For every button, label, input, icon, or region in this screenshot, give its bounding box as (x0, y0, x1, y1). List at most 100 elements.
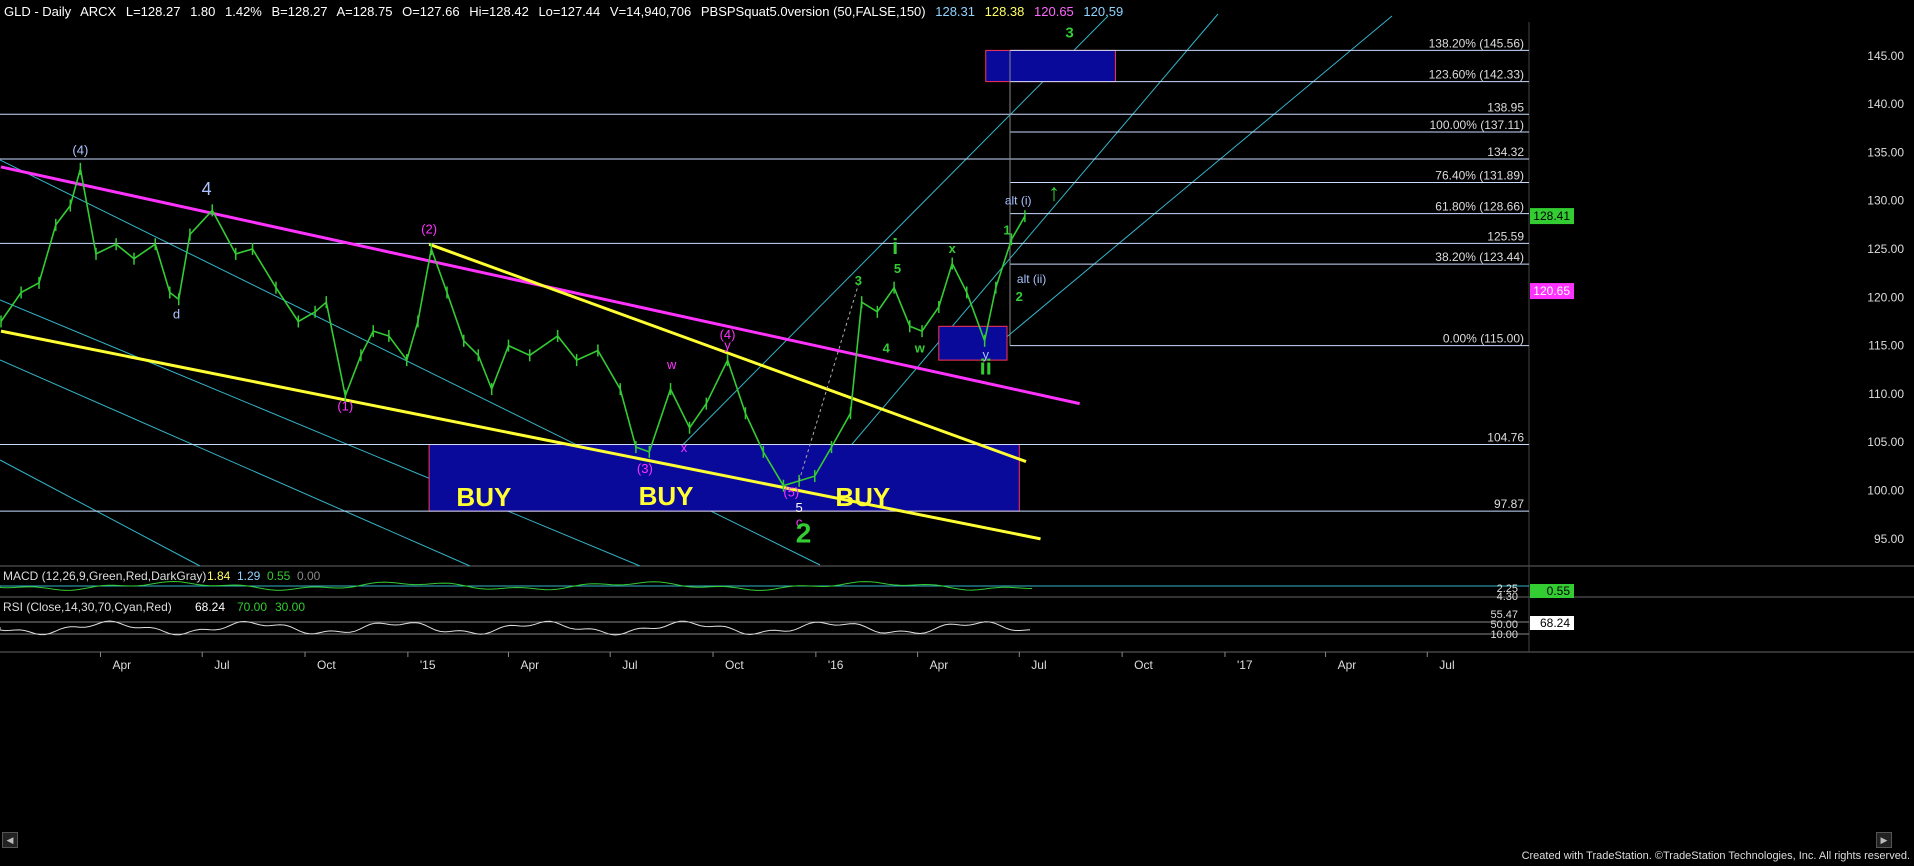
wave-label: (1) (337, 398, 353, 413)
x-tick-label: Apr (520, 658, 539, 672)
y-tick-label: 105.00 (1867, 435, 1904, 449)
y-tick-label: 115.00 (1868, 339, 1904, 353)
wave-label: x (681, 440, 688, 455)
copyright-footer: Created with TradeStation. ©TradeStation… (1521, 850, 1910, 862)
y-tick-label: 100.00 (1867, 484, 1904, 498)
rsi-value: 30.00 (275, 600, 305, 614)
wave-label: (4) (72, 142, 88, 157)
scroll-left-button[interactable]: ◀ (2, 832, 18, 848)
price-level-label: 100.00% (137.11) (1429, 118, 1524, 132)
rsi-value: 70.00 (237, 600, 267, 614)
rsi-value: 68.24 (195, 600, 225, 614)
wave-label: i (892, 234, 898, 259)
wave-label: 2 (796, 518, 812, 549)
price-level-label: 134.32 (1487, 145, 1524, 159)
wave-label: x (949, 241, 957, 256)
macd-title: MACD (12,26,9,Green,Red,DarkGray) (3, 569, 206, 583)
x-tick-label: Oct (317, 658, 336, 672)
y-tick-label: 135.00 (1867, 145, 1904, 159)
wave-label: 3 (855, 273, 862, 288)
price-level-label: 76.40% (131.89) (1435, 168, 1524, 182)
y-tick-label: 130.00 (1867, 194, 1904, 208)
price-level-label: 123.60% (142.33) (1429, 68, 1524, 82)
chart-header: GLD - Daily ARCX L=128.27 1.80 1.42% B=1… (4, 4, 1129, 19)
wave-label: 3 (1065, 24, 1073, 41)
target-box (938, 325, 1008, 361)
wave-label: 4 (883, 340, 891, 355)
wave-label: (3) (637, 461, 653, 476)
wave-label: (2) (421, 222, 437, 237)
current-price-label: 128.41 (1533, 209, 1570, 223)
indicator-name: PBSPSquat5.0version (50,FALSE,150) (700, 4, 926, 19)
price-level-label: 104.76 (1487, 431, 1524, 445)
price-chart: 138.20% (145.56)123.60% (142.33)138.9510… (0, 0, 1914, 866)
wave-label: 4 (202, 179, 212, 199)
wave-label: 5 (795, 500, 802, 515)
wave-label: ii (980, 355, 992, 380)
y-tick-label: 110.00 (1868, 387, 1904, 401)
macd-value: 0.00 (297, 569, 321, 583)
wave-label: BUY (639, 481, 694, 511)
open-price: O=127.66 (402, 4, 460, 19)
indicator-value-4: 120.59 (1083, 4, 1124, 19)
change-percent: 1.42% (225, 4, 262, 19)
wave-label: (5) (783, 484, 799, 499)
rsi-current-label: 68.24 (1540, 616, 1570, 630)
price-level-label: 138.20% (145.56) (1429, 36, 1524, 50)
scroll-right-button[interactable]: ▶ (1876, 832, 1892, 848)
last-price: L=128.27 (125, 4, 181, 19)
wave-label: BUY (835, 482, 890, 512)
y-tick-label: 120.00 (1867, 290, 1904, 304)
wave-label: 2 (1016, 289, 1023, 304)
x-tick-label: Jul (214, 658, 229, 672)
wave-label: d (173, 307, 180, 322)
x-tick-label: Jul (622, 658, 637, 672)
y-tick-label: 95.00 (1874, 532, 1904, 546)
ask-price: A=128.75 (336, 4, 393, 19)
price-level-label: 61.80% (128.66) (1435, 200, 1524, 214)
wave-label: y (724, 337, 731, 352)
rsi-axis-label: 10.00 (1490, 629, 1518, 641)
volume: V=14,940,706 (609, 4, 692, 19)
wave-label: alt (ii) (1017, 272, 1046, 286)
x-tick-label: '17 (1237, 658, 1253, 672)
x-tick-label: Apr (112, 658, 131, 672)
current-price-label: 120.65 (1533, 284, 1570, 298)
change-value: 1.80 (190, 4, 216, 19)
arrow-up-icon: ↑ (1048, 180, 1060, 207)
wave-label: 5 (894, 261, 901, 276)
low-price: Lo=127.44 (538, 4, 601, 19)
macd-axis-label: 4.30 (1497, 591, 1518, 603)
macd-value: 0.55 (267, 569, 291, 583)
macd-value: 1.29 (237, 569, 261, 583)
symbol-label: GLD - Daily (4, 4, 72, 19)
x-tick-label: Jul (1439, 658, 1454, 672)
price-level-label: 125.59 (1487, 229, 1524, 243)
wave-label: BUY (456, 482, 511, 512)
macd-value: 1.84 (207, 569, 231, 583)
high-price: Hi=128.42 (469, 4, 529, 19)
y-tick-label: 140.00 (1867, 97, 1904, 111)
exchange-label: ARCX (80, 4, 117, 19)
rsi-title: RSI (Close,14,30,70,Cyan,Red) (3, 600, 172, 614)
wave-label: w (666, 357, 677, 372)
price-level-label: 38.20% (123.44) (1435, 250, 1524, 264)
y-tick-label: 145.00 (1867, 49, 1904, 63)
price-level-label: 138.95 (1487, 100, 1524, 114)
macd-current-label: 0.55 (1547, 584, 1571, 598)
price-level-label: 97.87 (1494, 497, 1524, 511)
x-tick-label: '16 (828, 658, 844, 672)
x-tick-label: Apr (930, 658, 949, 672)
bid-price: B=128.27 (271, 4, 328, 19)
wave-label: 1 (1003, 223, 1010, 238)
indicator-value-2: 128.38 (984, 4, 1025, 19)
x-tick-label: '15 (420, 658, 436, 672)
x-tick-label: Oct (1134, 658, 1153, 672)
wave-label: alt (i) (1005, 194, 1032, 208)
indicator-value-1: 128.31 (935, 4, 975, 19)
x-tick-label: Apr (1338, 658, 1357, 672)
price-level-label: 0.00% (115.00) (1443, 332, 1524, 346)
target-box (985, 49, 1116, 83)
target-box (428, 444, 1020, 512)
x-tick-label: Jul (1031, 658, 1046, 672)
